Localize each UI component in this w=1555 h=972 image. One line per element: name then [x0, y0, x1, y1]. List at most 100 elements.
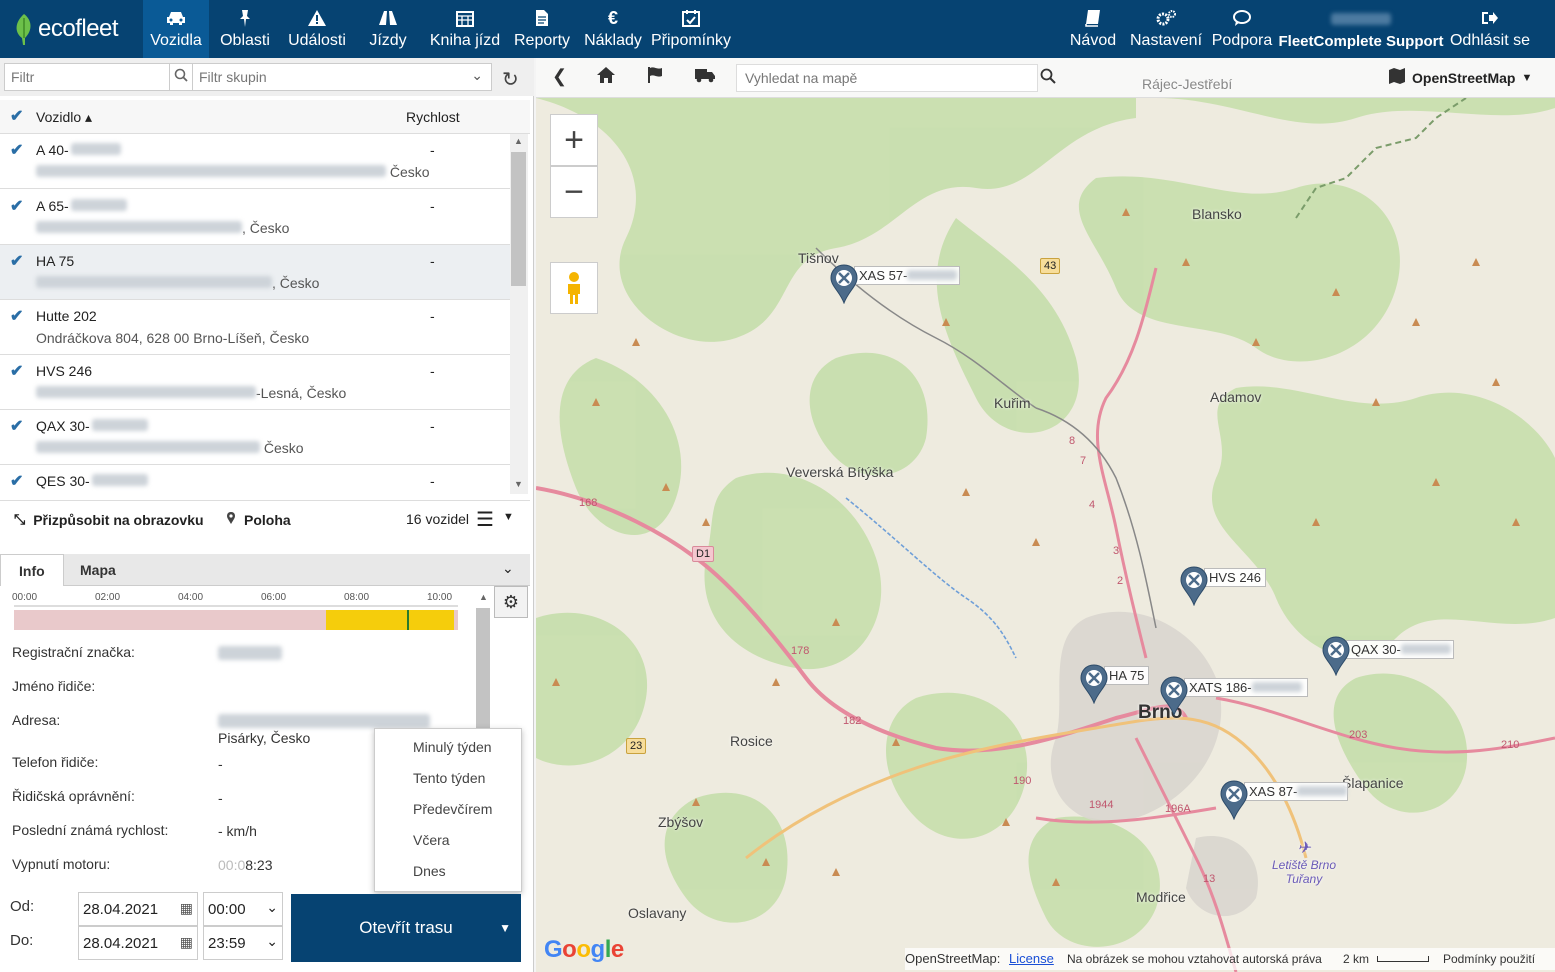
vehicle-checkbox[interactable]: ✔	[10, 419, 26, 435]
calendar-icon[interactable]: ▦	[180, 934, 193, 951]
vehicle-marker-pin-icon[interactable]	[1080, 664, 1108, 704]
nav-jizdy[interactable]: Jízdy	[353, 0, 423, 58]
scrollbar-thumb[interactable]	[511, 152, 526, 286]
refresh-icon[interactable]: ↻	[502, 67, 519, 92]
nav-odhlasit[interactable]: Odhlásit se	[1446, 0, 1534, 58]
vehicle-marker-label[interactable]: XAS 87-	[1244, 782, 1348, 801]
to-label: Do:	[10, 932, 33, 949]
vehicle-marker-label[interactable]: XAS 57-	[854, 266, 960, 285]
map-view[interactable]: ❮ Vyhledat na mapě Rájec-Jestřebí OpenSt…	[536, 58, 1555, 972]
from-time-select[interactable]: 00:00⌄	[203, 892, 283, 926]
nav-nastaveni[interactable]: Nastavení	[1124, 0, 1208, 58]
map-search-input[interactable]: Vyhledat na mapě	[736, 64, 1038, 92]
terms-link[interactable]: Podmínky použití	[1443, 952, 1535, 966]
caret-down-icon[interactable]: ▼	[499, 921, 511, 935]
nav-user[interactable]: FleetComplete Support	[1276, 0, 1446, 58]
vehicle-address: , Česko	[36, 220, 289, 236]
nav-navod[interactable]: Návod	[1062, 0, 1124, 58]
vehicle-address: , Česko	[36, 275, 319, 291]
nav-vozidla[interactable]: Vozidla	[143, 0, 209, 58]
vehicle-marker-pin-icon[interactable]	[1160, 676, 1188, 716]
back-icon[interactable]: ❮	[552, 66, 567, 87]
calendar-grid-icon	[456, 7, 474, 29]
scroll-up-icon[interactable]: ▲	[479, 592, 488, 602]
vehicle-checkbox[interactable]: ✔	[10, 199, 26, 215]
vehicle-row-selected[interactable]: ✔ HA 75 , Česko -	[0, 245, 510, 300]
range-option-this-week[interactable]: Tento týden	[413, 770, 485, 786]
vehicle-checkbox[interactable]: ✔	[10, 143, 26, 159]
position-button[interactable]: Poloha	[226, 511, 291, 528]
to-date-input[interactable]: 28.04.2021▦	[78, 926, 198, 960]
nav-oblasti[interactable]: Oblasti	[209, 0, 281, 58]
fit-to-screen-button[interactable]: ⤡Přizpůsobit na obrazovku	[14, 511, 204, 528]
range-option-today[interactable]: Dnes	[413, 863, 446, 879]
vehicle-marker-pin-icon[interactable]	[830, 264, 858, 304]
nav-udalosti[interactable]: Události	[281, 0, 353, 58]
street-view-pegman[interactable]	[550, 262, 598, 314]
scroll-down-icon[interactable]: ▼	[514, 479, 523, 489]
airport-name: Letiště Brno Tuřany	[1272, 858, 1336, 886]
search-icon[interactable]	[169, 63, 193, 91]
vehicle-checkbox[interactable]: ✔	[10, 474, 26, 490]
zoom-in-button[interactable]: +	[550, 114, 598, 166]
tab-info[interactable]: Info	[0, 554, 64, 586]
scrollbar-thumb[interactable]	[476, 608, 490, 728]
open-route-button[interactable]: Otevřít trasu▼	[291, 894, 521, 962]
info-scrollbar[interactable]: ▲	[476, 590, 492, 730]
range-option-last-week[interactable]: Minulý týden	[413, 739, 492, 755]
vehicle-marker-pin-icon[interactable]	[1180, 566, 1208, 606]
from-date-input[interactable]: 28.04.2021▦	[78, 892, 198, 926]
vehicle-marker-pin-icon[interactable]	[1322, 636, 1350, 676]
license-link[interactable]: License	[1009, 951, 1054, 966]
nav-kniha-jizd[interactable]: Kniha jízd	[423, 0, 507, 58]
ecofleet-logo[interactable]: ecofleet	[14, 6, 134, 52]
vehicle-row[interactable]: ✔ QAX 30- Česko -	[0, 410, 510, 465]
group-filter-placeholder: Filtr skupin	[199, 69, 267, 85]
vehicle-marker-label[interactable]: QAX 30-	[1346, 640, 1454, 659]
range-option-day-before-yesterday[interactable]: Předevčírem	[413, 801, 492, 817]
phone-label: Telefon řidiče:	[12, 754, 98, 770]
nav-podpora[interactable]: Podpora	[1208, 0, 1276, 58]
select-all-checkbox[interactable]: ✔	[10, 109, 26, 125]
truck-icon[interactable]	[694, 66, 716, 89]
vehicle-column-header[interactable]: Vozidlo ▴	[36, 109, 92, 126]
filter-input[interactable]: Filtr	[4, 63, 170, 91]
collapse-chevron-icon[interactable]: ⌄	[502, 560, 514, 577]
timeline-settings-button[interactable]: ⚙	[494, 586, 528, 618]
home-icon[interactable]	[596, 66, 616, 89]
nav-naklady[interactable]: €Náklady	[577, 0, 649, 58]
list-menu-icon[interactable]: ☰	[476, 507, 494, 532]
road-number: 8	[1066, 434, 1078, 448]
vehicle-row[interactable]: ✔ A 40- Česko -	[0, 134, 510, 189]
nav-pripominky[interactable]: Připomínky	[649, 0, 733, 58]
vehicle-checkbox[interactable]: ✔	[10, 254, 26, 270]
vehicle-checkbox[interactable]: ✔	[10, 364, 26, 380]
range-option-yesterday[interactable]: Včera	[413, 832, 450, 848]
road-number: D1	[692, 546, 714, 562]
search-icon[interactable]	[1040, 68, 1056, 89]
scroll-up-icon[interactable]: ▲	[514, 136, 523, 146]
nav-label: Podpora	[1212, 32, 1273, 50]
vehicle-marker-label[interactable]: XATS 186-	[1184, 678, 1308, 697]
vehicle-marker-pin-icon[interactable]	[1220, 780, 1248, 820]
caret-down-icon[interactable]: ▼	[503, 511, 514, 523]
calendar-icon[interactable]: ▦	[180, 900, 193, 917]
group-filter-select[interactable]: Filtr skupin⌄	[192, 63, 492, 91]
map-layer-select[interactable]: OpenStreetMap ▼	[1388, 68, 1532, 87]
road-number: 43	[1040, 258, 1060, 274]
vehicle-row[interactable]: ✔ HVS 246 -Lesná, Česko -	[0, 355, 510, 410]
vehicle-row[interactable]: ✔ A 65- , Česko -	[0, 190, 510, 245]
nav-reporty[interactable]: Reporty	[507, 0, 577, 58]
flag-icon[interactable]	[646, 66, 666, 89]
speed-column-header[interactable]: Rychlost	[406, 109, 460, 125]
day-timeline[interactable]: 00:0002:0004:0006:0008:0010:00	[10, 590, 470, 630]
to-time-select[interactable]: 23:59⌄	[203, 926, 283, 960]
vehicle-row[interactable]: ✔ QES 30- -	[0, 465, 510, 498]
vehicle-marker-label[interactable]: HA 75	[1104, 666, 1149, 685]
vehicle-marker-label[interactable]: HVS 246	[1204, 568, 1266, 587]
zoom-out-button[interactable]: −	[550, 166, 598, 218]
vehicle-checkbox[interactable]: ✔	[10, 309, 26, 325]
vehicle-list-scrollbar[interactable]: ▲ ▼	[510, 134, 528, 494]
vehicle-row[interactable]: ✔ Hutte 202 Ondráčkova 804, 628 00 Brno-…	[0, 300, 510, 355]
tab-mapa[interactable]: Mapa	[62, 554, 134, 586]
